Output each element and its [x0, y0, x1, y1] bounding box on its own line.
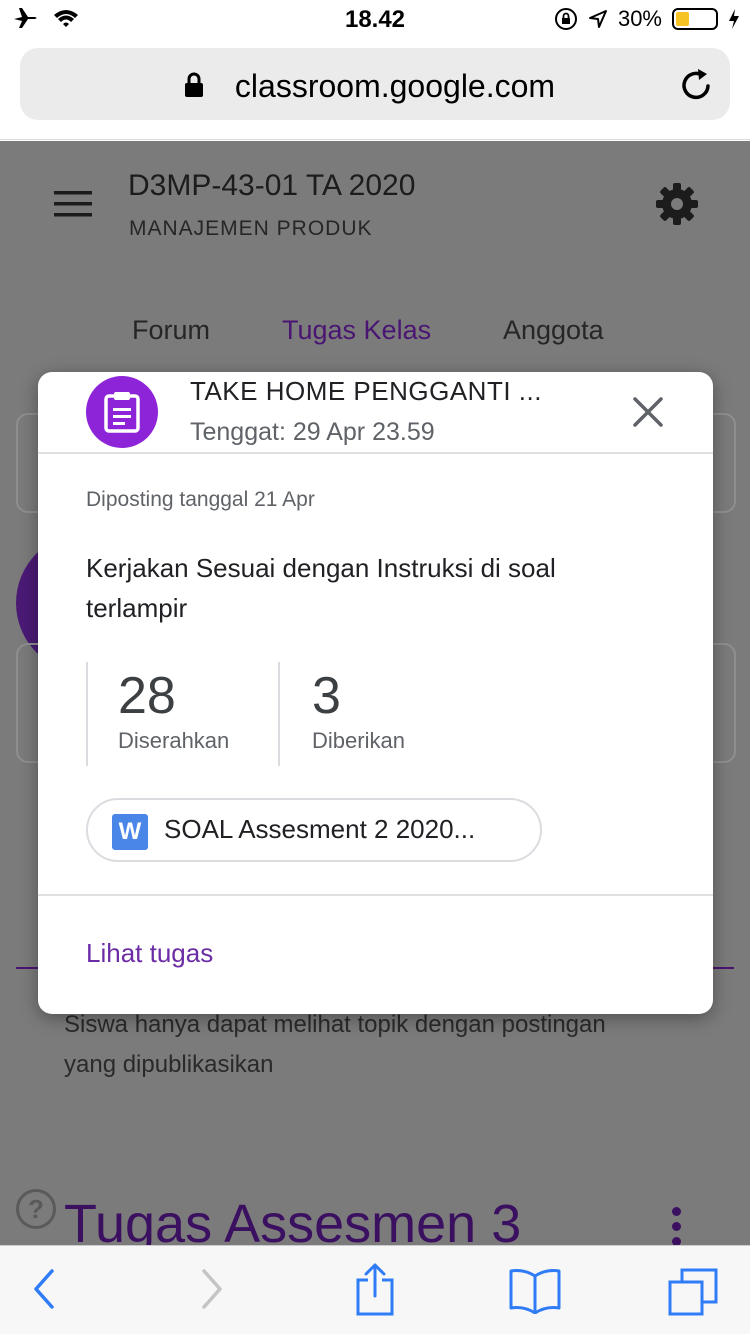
gear-icon[interactable]: [654, 181, 700, 227]
assignment-description: Kerjakan Sesuai dengan Instruksi di soal…: [86, 553, 556, 623]
forward-icon[interactable]: [200, 1268, 224, 1310]
reload-icon[interactable]: [680, 66, 714, 102]
assignment-icon: [86, 376, 158, 448]
assigned-label: Diberikan: [312, 728, 405, 753]
class-subtitle: MANAJEMEN PRODUK: [129, 217, 373, 240]
view-assignment-link[interactable]: Lihat tugas: [86, 938, 213, 969]
stat-turned-in[interactable]: 28 Diserahkan: [86, 662, 278, 766]
url-text[interactable]: classroom.google.com: [20, 68, 750, 105]
browser-address-area: classroom.google.com: [0, 40, 750, 140]
dialog-header: TAKE HOME PENGGANTI ... Tenggat: 29 Apr …: [38, 372, 713, 454]
assignment-title: TAKE HOME PENGGANTI ...: [190, 376, 542, 406]
battery-icon: [672, 8, 718, 30]
stat-assigned[interactable]: 3 Diberikan: [278, 662, 478, 766]
battery-percent: 30%: [617, 6, 662, 31]
browser-toolbar: [0, 1245, 750, 1334]
back-icon[interactable]: [32, 1268, 56, 1310]
share-icon[interactable]: [354, 1262, 396, 1316]
attachment-chip[interactable]: W SOAL Assesment 2 2020...: [86, 798, 542, 862]
orientation-lock-icon: [554, 8, 577, 30]
battery-level: [676, 12, 689, 26]
location-icon: [588, 10, 607, 28]
assignment-dialog: TAKE HOME PENGGANTI ... Tenggat: 29 Apr …: [38, 372, 713, 1014]
charging-icon: [729, 9, 739, 29]
assignment-due: Tenggat: 29 Apr 23.59: [190, 418, 435, 446]
bookmarks-icon[interactable]: [508, 1268, 562, 1314]
dialog-divider: [38, 894, 713, 896]
topic-title: Tugas Assesmen 3: [64, 1194, 522, 1245]
tab-tugas-kelas[interactable]: Tugas Kelas: [282, 315, 431, 346]
address-bar[interactable]: classroom.google.com: [20, 48, 730, 120]
class-title: D3MP-43-01 TA 2020: [128, 169, 416, 202]
tabs-icon[interactable]: [668, 1268, 718, 1316]
turned-in-label: Diserahkan: [118, 728, 230, 753]
help-icon[interactable]: ?: [16, 1189, 56, 1229]
tab-anggota[interactable]: Anggota: [503, 315, 604, 346]
more-options-icon[interactable]: [672, 1207, 684, 1245]
turned-in-count: 28: [118, 667, 176, 725]
assigned-count: 3: [312, 667, 341, 725]
menu-icon[interactable]: [54, 191, 92, 217]
posted-date: Diposting tanggal 21 Apr: [86, 488, 315, 511]
status-bar: 18.42 30%: [0, 0, 750, 40]
close-icon[interactable]: [630, 394, 666, 430]
word-doc-icon: W: [112, 814, 148, 850]
visibility-note: Siswa hanya dapat melihat topik dengan p…: [64, 1011, 606, 1078]
tab-forum[interactable]: Forum: [132, 315, 210, 346]
attachment-name: SOAL Assesment 2 2020...: [164, 814, 476, 844]
